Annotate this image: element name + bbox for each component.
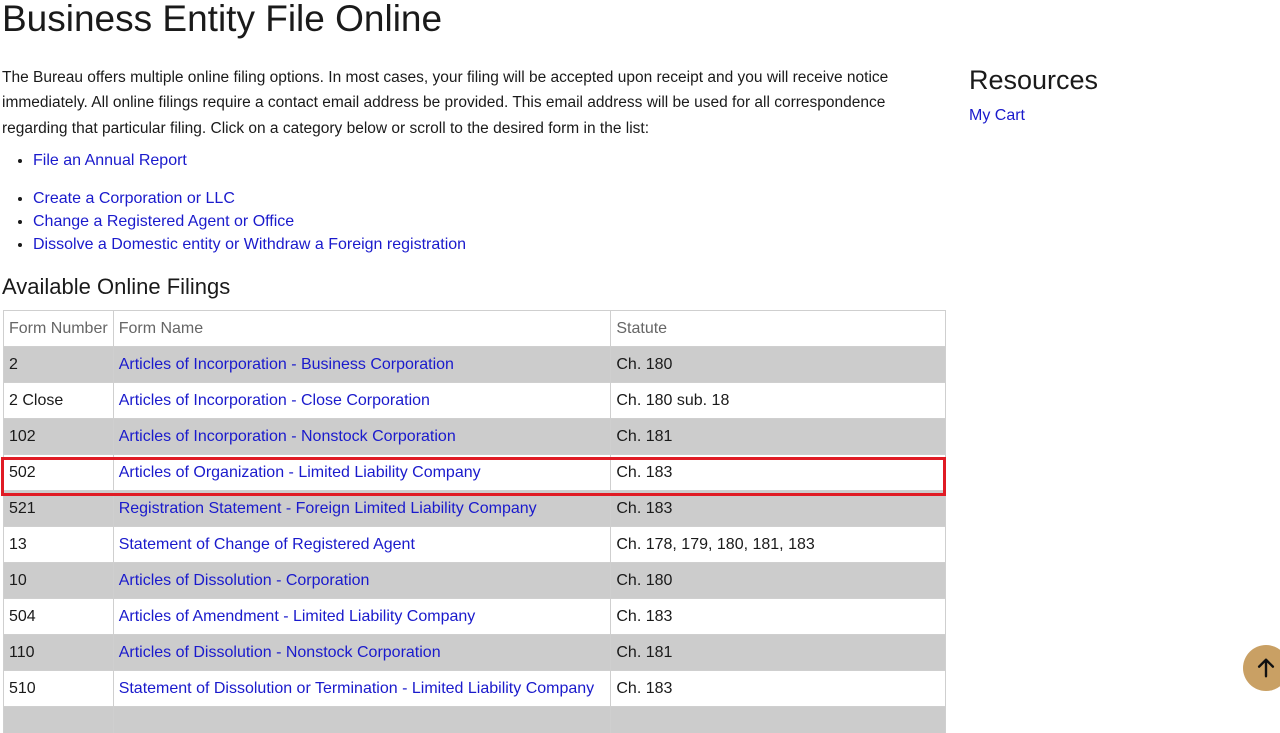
table-row-partial: [3, 706, 946, 733]
form-name-cell: Statement of Dissolution or Termination …: [112, 670, 612, 707]
resources-heading: Resources: [969, 65, 1099, 95]
link-file-annual-report[interactable]: File an Annual Report: [33, 152, 187, 169]
statute-cell: Ch. 180 sub. 18: [610, 382, 946, 419]
table-row-highlighted: 502 Articles of Organization - Limited L…: [3, 454, 946, 491]
form-link[interactable]: Registration Statement - Foreign Limited…: [119, 500, 537, 517]
link-create-corporation-llc[interactable]: Create a Corporation or LLC: [33, 190, 235, 207]
table-row: 10 Articles of Dissolution - Corporation…: [3, 562, 946, 599]
form-link[interactable]: Articles of Organization - Limited Liabi…: [119, 464, 481, 481]
form-number-cell: 504: [3, 598, 114, 635]
arrow-up-icon: [1257, 658, 1275, 678]
form-number-cell: 502: [3, 454, 114, 491]
form-number-cell: 13: [3, 526, 114, 563]
category-item: Change a Registered Agent or Office: [33, 210, 466, 233]
table-row: 2 Close Articles of Incorporation - Clos…: [3, 382, 946, 419]
category-item: Create a Corporation or LLC: [33, 187, 466, 210]
form-link[interactable]: Articles of Incorporation - Business Cor…: [119, 356, 454, 373]
form-name-cell: Articles of Incorporation - Close Corpor…: [112, 382, 612, 419]
statute-cell: Ch. 180: [610, 562, 946, 599]
form-name-cell: [112, 706, 612, 733]
my-cart-link[interactable]: My Cart: [969, 107, 1269, 125]
statute-cell: Ch. 178, 179, 180, 181, 183: [610, 526, 946, 563]
form-name-cell: Articles of Incorporation - Business Cor…: [112, 346, 612, 383]
form-link[interactable]: Articles of Dissolution - Nonstock Corpo…: [119, 644, 441, 661]
statute-cell: Ch. 181: [610, 634, 946, 671]
back-to-top-button[interactable]: [1243, 645, 1280, 691]
statute-cell: Ch. 183: [610, 454, 946, 491]
table-row: 521 Registration Statement - Foreign Lim…: [3, 490, 946, 527]
form-link[interactable]: Articles of Incorporation - Close Corpor…: [119, 392, 430, 409]
filings-table: Form Number Form Name Statute 2 Articles…: [3, 310, 946, 733]
category-item: Dissolve a Domestic entity or Withdraw a…: [33, 233, 466, 256]
page: Business Entity File Online The Bureau o…: [0, 0, 1280, 733]
page-title: Business Entity File Online: [2, 0, 443, 39]
form-name-cell: Articles of Organization - Limited Liabi…: [112, 454, 612, 491]
resources-sidebar: Resources My Cart: [969, 62, 1269, 125]
form-number-cell: 521: [3, 490, 114, 527]
form-name-cell: Statement of Change of Registered Agent: [112, 526, 612, 563]
link-dissolve-withdraw[interactable]: Dissolve a Domestic entity or Withdraw a…: [33, 236, 466, 253]
form-number-cell: 102: [3, 418, 114, 455]
column-header-form-name: Form Name: [112, 310, 612, 347]
form-number-cell: 10: [3, 562, 114, 599]
category-links: Create a Corporation or LLC Change a Reg…: [2, 187, 466, 256]
form-number-cell: 110: [3, 634, 114, 671]
table-row: 102 Articles of Incorporation - Nonstock…: [3, 418, 946, 455]
link-change-registered-agent[interactable]: Change a Registered Agent or Office: [33, 213, 294, 230]
form-link[interactable]: Articles of Amendment - Limited Liabilit…: [119, 608, 476, 625]
statute-cell: Ch. 180: [610, 346, 946, 383]
form-number-cell: [3, 706, 114, 733]
form-link[interactable]: Articles of Incorporation - Nonstock Cor…: [119, 428, 456, 445]
form-name-cell: Articles of Dissolution - Nonstock Corpo…: [112, 634, 612, 671]
table-header-row: Form Number Form Name Statute: [3, 310, 946, 347]
statute-cell: Ch. 183: [610, 490, 946, 527]
form-number-cell: 2 Close: [3, 382, 114, 419]
form-name-cell: Articles of Dissolution - Corporation: [112, 562, 612, 599]
form-name-cell: Articles of Amendment - Limited Liabilit…: [112, 598, 612, 635]
table-row: 110 Articles of Dissolution - Nonstock C…: [3, 634, 946, 671]
form-name-cell: Articles of Incorporation - Nonstock Cor…: [112, 418, 612, 455]
form-link[interactable]: Statement of Dissolution or Termination …: [119, 680, 594, 697]
filings-heading: Available Online Filings: [2, 274, 231, 299]
form-number-cell: 510: [3, 670, 114, 707]
table-row: 510 Statement of Dissolution or Terminat…: [3, 670, 946, 707]
statute-cell: Ch. 183: [610, 670, 946, 707]
column-header-form-number: Form Number: [3, 310, 114, 347]
form-link[interactable]: Articles of Dissolution - Corporation: [119, 572, 370, 589]
statute-cell: Ch. 183: [610, 598, 946, 635]
statute-cell: Ch. 181: [610, 418, 946, 455]
form-link[interactable]: Statement of Change of Registered Agent: [119, 536, 415, 553]
intro-paragraph: The Bureau offers multiple online filing…: [2, 69, 889, 137]
form-number-cell: 2: [3, 346, 114, 383]
form-name-cell: Registration Statement - Foreign Limited…: [112, 490, 612, 527]
column-header-statute: Statute: [610, 310, 946, 347]
table-row: 13 Statement of Change of Registered Age…: [3, 526, 946, 563]
statute-cell: [610, 706, 946, 733]
category-links-annual: File an Annual Report: [2, 149, 187, 172]
table-row: 504 Articles of Amendment - Limited Liab…: [3, 598, 946, 635]
category-item: File an Annual Report: [33, 149, 187, 172]
table-row: 2 Articles of Incorporation - Business C…: [3, 346, 946, 383]
